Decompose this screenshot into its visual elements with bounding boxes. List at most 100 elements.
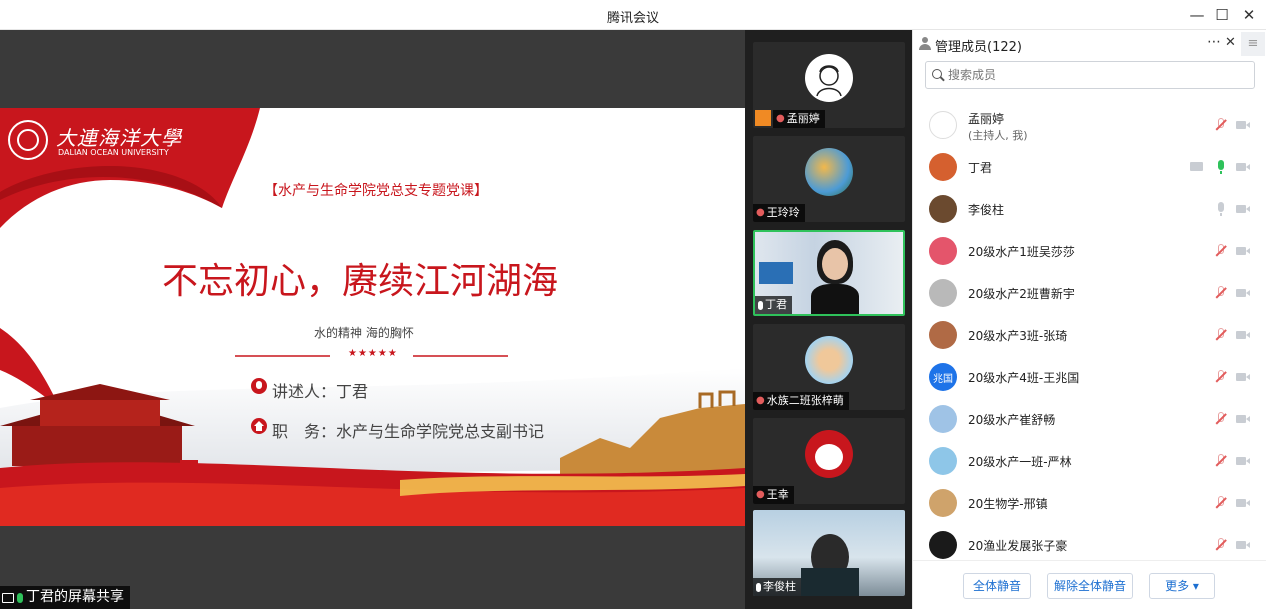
camera-off-icon[interactable] — [1235, 537, 1251, 553]
camera-off-icon[interactable] — [1235, 495, 1251, 511]
avatar — [805, 430, 853, 478]
camera-off-icon[interactable] — [1235, 117, 1251, 133]
close-button[interactable]: ✕ — [1238, 4, 1260, 26]
video-tile[interactable]: ● 王玲玲 — [753, 136, 905, 222]
mic-muted-icon[interactable] — [1213, 117, 1229, 133]
member-row[interactable]: 20级水产一班-严林 — [913, 440, 1266, 482]
camera-off-icon[interactable] — [1235, 201, 1251, 217]
video-tile[interactable]: ● 水族二班张梓萌 — [753, 324, 905, 410]
member-avatar — [929, 531, 957, 559]
member-avatar — [929, 321, 957, 349]
slide-subline: 水的精神 海的胸怀 — [314, 326, 414, 340]
member-name: 20级水产3班-张琦 — [968, 329, 1068, 343]
mic-muted-icon[interactable] — [1213, 369, 1229, 385]
camera-off-icon[interactable] — [1235, 243, 1251, 259]
member-row[interactable]: 20级水产崔舒畅 — [913, 398, 1266, 440]
member-name: 孟丽婷 — [968, 112, 1005, 126]
avatar — [805, 336, 853, 384]
member-name: 20生物学-邢镇 — [968, 497, 1048, 511]
slide-background — [0, 108, 745, 526]
mic-muted-icon: ● — [776, 113, 785, 124]
mic-muted-icon[interactable] — [1213, 453, 1229, 469]
mic-icon[interactable] — [1213, 201, 1229, 217]
mic-icon — [756, 582, 761, 592]
speaker-icon — [251, 378, 267, 394]
member-row[interactable]: 20级水产3班-张琦 — [913, 314, 1266, 356]
video-tile[interactable]: 李俊柱 — [753, 510, 905, 596]
avatar — [805, 54, 853, 102]
member-avatar — [929, 279, 957, 307]
logo-text-cn: 大連海洋大學 — [56, 126, 182, 150]
member-name: 丁君 — [968, 161, 993, 175]
mute-all-button[interactable]: 全体静音 — [963, 573, 1031, 599]
position-line: 职 务：水产与生命学院党总支副书记 — [272, 422, 545, 441]
member-name: 李俊柱 — [968, 203, 1005, 217]
member-name: 20渔业发展张子豪 — [968, 539, 1068, 553]
camera-off-icon[interactable] — [1235, 453, 1251, 469]
member-avatar — [929, 111, 957, 139]
camera-off-icon[interactable] — [1235, 285, 1251, 301]
panel-header: 管理成员(122) ⋯ ✕ ≡ — [913, 30, 1266, 58]
member-row[interactable]: 20生物学-邢镇 — [913, 482, 1266, 524]
slide-headline: 不忘初心，赓续江河湖海 — [162, 261, 559, 302]
shared-screen-area: 大連海洋大學 DALIAN OCEAN UNIVERSITY 【水产与生命学院党… — [0, 30, 745, 609]
mic-muted-icon[interactable] — [1213, 537, 1229, 553]
search-input[interactable] — [948, 66, 1238, 84]
member-row[interactable]: 孟丽婷 (主持人, 我) — [913, 104, 1266, 146]
member-name: 20级水产一班-严林 — [968, 455, 1072, 469]
mic-icon — [17, 592, 23, 603]
mic-active-icon[interactable] — [1213, 159, 1229, 175]
panel-footer: 全体静音 解除全体静音 更多 ▾ — [913, 560, 1266, 609]
member-avatar: 兆国 — [929, 363, 957, 391]
member-avatar — [929, 405, 957, 433]
mic-muted-icon: ● — [756, 489, 765, 500]
camera-off-icon[interactable] — [1235, 327, 1251, 343]
presentation-slide: 大連海洋大學 DALIAN OCEAN UNIVERSITY 【水产与生命学院党… — [0, 108, 745, 526]
mic-muted-icon[interactable] — [1213, 411, 1229, 427]
stars-decoration: ★★★★★ — [348, 348, 398, 359]
video-tile[interactable]: ● 孟丽婷 — [753, 42, 905, 128]
avatar — [805, 148, 853, 196]
university-logo — [8, 120, 48, 160]
more-options-icon[interactable]: ⋯ — [1207, 34, 1221, 50]
more-button[interactable]: 更多 ▾ — [1149, 573, 1215, 599]
avatar-text: 兆国 — [933, 374, 953, 385]
member-search[interactable] — [925, 61, 1255, 89]
member-name: 20级水产4班-王兆国 — [968, 371, 1080, 385]
course-tag: 【水产与生命学院党总支专题党课】 — [264, 183, 488, 199]
video-strip: ● 孟丽婷 ● 王玲玲 丁君 ● 水族二班张梓萌 ● 王幸 李俊柱 — [745, 30, 912, 609]
camera-off-icon[interactable] — [1235, 159, 1251, 175]
speaker-line: 讲述人：丁君 — [272, 382, 369, 401]
tile-name: ● 王玲玲 — [753, 204, 805, 222]
screen-share-icon — [2, 592, 14, 603]
maximize-button[interactable]: ☐ — [1211, 4, 1233, 26]
camera-off-icon[interactable] — [1235, 411, 1251, 427]
minimize-button[interactable]: — — [1186, 4, 1208, 26]
mic-muted-icon[interactable] — [1213, 327, 1229, 343]
mic-muted-icon: ● — [756, 395, 765, 406]
unmute-all-button[interactable]: 解除全体静音 — [1047, 573, 1133, 599]
camera-off-icon[interactable] — [1235, 369, 1251, 385]
video-tile-active-speaker[interactable]: 丁君 — [753, 230, 905, 316]
member-avatar — [929, 489, 957, 517]
screen-share-icon[interactable] — [1189, 159, 1205, 175]
mic-muted-icon[interactable] — [1213, 285, 1229, 301]
member-name: 20级水产崔舒畅 — [968, 413, 1056, 427]
person-icon — [919, 37, 931, 50]
menu-icon[interactable]: ≡ — [1241, 32, 1265, 56]
member-row[interactable]: 兆国 20级水产4班-王兆国 — [913, 356, 1266, 398]
logo-text-en: DALIAN OCEAN UNIVERSITY — [58, 148, 169, 157]
video-tile[interactable]: ● 王幸 — [753, 418, 905, 504]
member-row[interactable]: 李俊柱 — [913, 188, 1266, 230]
share-label-text: 丁君的屏幕共享 — [26, 589, 124, 605]
close-panel-icon[interactable]: ✕ — [1225, 35, 1236, 50]
member-row[interactable]: 20级水产2班曹新宇 — [913, 272, 1266, 314]
member-row[interactable]: 丁君 — [913, 146, 1266, 188]
member-avatar — [929, 447, 957, 475]
member-row[interactable]: 20级水产1班吴莎莎 — [913, 230, 1266, 272]
mic-muted-icon[interactable] — [1213, 495, 1229, 511]
mic-muted-icon[interactable] — [1213, 243, 1229, 259]
member-avatar — [929, 237, 957, 265]
home-icon — [251, 418, 267, 434]
member-name: 20级水产1班吴莎莎 — [968, 245, 1075, 259]
